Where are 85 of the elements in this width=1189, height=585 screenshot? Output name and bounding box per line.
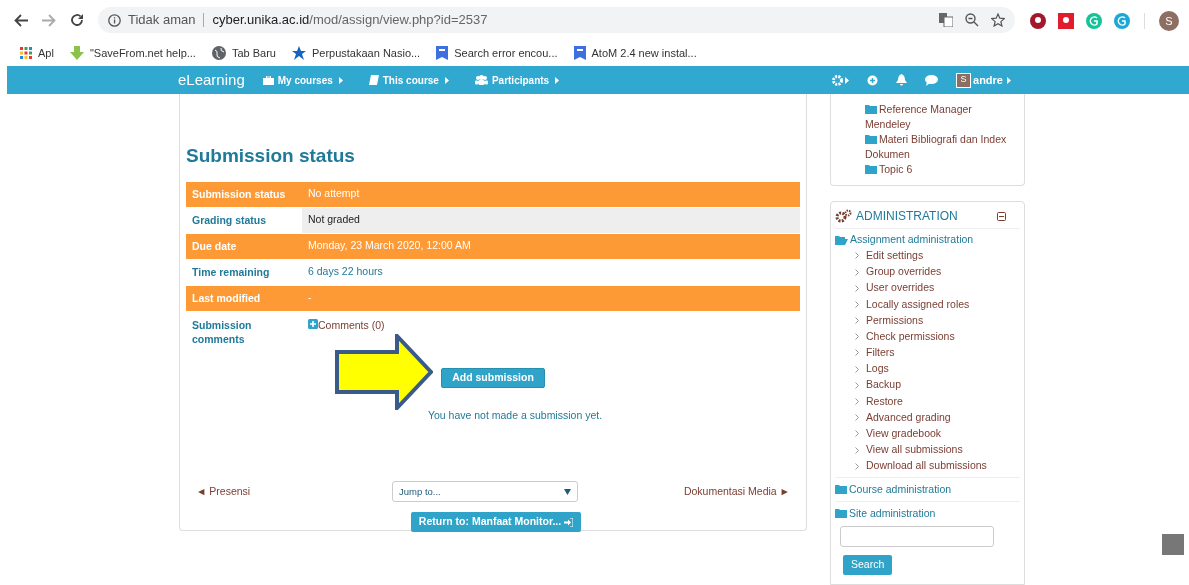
- sign-in-icon: [564, 517, 574, 527]
- admin-menu-item[interactable]: Advanced grading: [835, 409, 1020, 426]
- row-value: -: [307, 290, 313, 306]
- caret-icon: [444, 76, 449, 84]
- folder-icon: [865, 164, 877, 174]
- course-section-link[interactable]: Materi Bibliografi dan Index Dokumen: [865, 132, 1018, 162]
- user-avatar[interactable]: S: [956, 72, 972, 88]
- admin-menu-item[interactable]: View all submissions: [835, 442, 1020, 459]
- course-section-link[interactable]: Reference Manager Mendeley: [865, 102, 1018, 132]
- bookmark-item[interactable]: Perpustakaan Nasio...: [291, 44, 421, 62]
- bookmark-item[interactable]: Tab Baru: [211, 44, 276, 62]
- caret-icon: [1007, 76, 1011, 84]
- bookmark-item[interactable]: AtoM 2.4 new instal...: [573, 44, 697, 62]
- circle-plus-icon[interactable]: [867, 74, 879, 86]
- bookmark-item[interactable]: Apl: [20, 44, 54, 62]
- page-heading: Submission status: [186, 144, 356, 168]
- caret-icon: [845, 76, 850, 84]
- admin-menu-item[interactable]: Edit settings: [835, 247, 1020, 264]
- collapse-icon[interactable]: [997, 211, 1006, 221]
- previous-link[interactable]: ◄ Presensi: [196, 483, 251, 500]
- bookmark-item[interactable]: "SaveFrom.net help...: [69, 44, 196, 62]
- submission-note: You have not made a submission yet.: [427, 407, 603, 423]
- apps-grid-icon: [20, 47, 32, 59]
- bell-icon[interactable]: [896, 74, 908, 86]
- settings-icon[interactable]: [832, 74, 844, 86]
- admin-menu-item[interactable]: Restore: [835, 393, 1020, 410]
- row-label: Grading status: [191, 213, 268, 228]
- folder-icon: [835, 484, 847, 495]
- block-title: ADMINISTRATION: [856, 208, 958, 225]
- admin-menu-item[interactable]: View gradebook: [835, 425, 1020, 442]
- reload-icon[interactable]: [70, 13, 84, 27]
- zoom-out-icon[interactable]: [965, 13, 979, 27]
- row-label: Submission comments: [191, 317, 253, 347]
- star-icon: [291, 46, 306, 60]
- briefcase-icon: [262, 75, 274, 85]
- translate-icon[interactable]: [939, 13, 953, 27]
- security-label: Tidak aman: [128, 11, 196, 30]
- bookmark-page-icon: [436, 46, 449, 60]
- folder-icon: [865, 104, 877, 114]
- tree-node[interactable]: Course administration: [835, 477, 1020, 499]
- users-icon: [474, 75, 488, 85]
- admin-menu-item[interactable]: Check permissions: [835, 328, 1020, 345]
- admin-menu-item[interactable]: Locally assigned roles: [835, 296, 1020, 313]
- folder-icon: [835, 508, 847, 519]
- admin-menu-item[interactable]: Download all submissions: [835, 458, 1020, 475]
- admin-menu-item[interactable]: Logs: [835, 361, 1020, 378]
- row-label: Due date: [191, 239, 238, 254]
- row-value: Not graded: [302, 207, 800, 233]
- comments-link[interactable]: Comments (0): [318, 317, 385, 334]
- caret-icon: [555, 76, 560, 84]
- row-value: No attempt: [307, 186, 361, 202]
- admin-menu-item[interactable]: Backup: [835, 377, 1020, 394]
- row-value: 6 days 22 hours: [307, 264, 384, 280]
- caret-icon: [338, 76, 343, 84]
- admin-menu-item[interactable]: Filters: [835, 344, 1020, 362]
- star-outline-icon[interactable]: [991, 13, 1005, 27]
- url-text: cyber.unika.ac.id/mod/assign/view.php?id=2537: [212, 11, 488, 30]
- next-link[interactable]: Dokumentasi Media ►: [683, 483, 790, 500]
- search-field[interactable]: [840, 525, 994, 547]
- extension-icon[interactable]: [1058, 13, 1074, 29]
- row-label: Time remaining: [191, 265, 271, 280]
- back-arrow-icon[interactable]: [14, 13, 28, 27]
- folder-icon: [865, 134, 877, 144]
- tree-node[interactable]: Assignment administration: [835, 232, 1020, 248]
- jump-to-select[interactable]: Jump to...: [392, 481, 579, 503]
- down-arrow-icon: [69, 46, 84, 60]
- dropdown-caret-icon: [564, 488, 572, 495]
- row-label: Submission status: [191, 187, 287, 202]
- chat-bubble-icon[interactable]: [925, 74, 939, 86]
- extension-icon[interactable]: [1030, 13, 1046, 29]
- bookmark-item[interactable]: Search error encou...: [436, 44, 558, 62]
- course-section-link[interactable]: Topic 6: [865, 162, 1018, 177]
- tree-node[interactable]: Site administration: [835, 501, 1020, 522]
- book-icon: [368, 75, 379, 85]
- forward-arrow-icon[interactable]: [42, 13, 56, 27]
- row-value: Monday, 23 March 2020, 12:00 AM: [307, 238, 472, 254]
- admin-menu-item[interactable]: Permissions: [835, 312, 1020, 329]
- row-label: Last modified: [191, 291, 262, 306]
- plus-square-icon[interactable]: [308, 318, 318, 329]
- address-bar[interactable]: Tidak aman cyber.unika.ac.id/mod/assign/view.php?id=2537: [98, 7, 1015, 33]
- admin-menu-item[interactable]: Group overrides: [835, 263, 1020, 281]
- bookmark-page-icon: [573, 46, 586, 60]
- info-icon: [108, 13, 121, 27]
- admin-menu-item[interactable]: User overrides: [835, 280, 1020, 297]
- profile-avatar[interactable]: S: [1159, 11, 1179, 31]
